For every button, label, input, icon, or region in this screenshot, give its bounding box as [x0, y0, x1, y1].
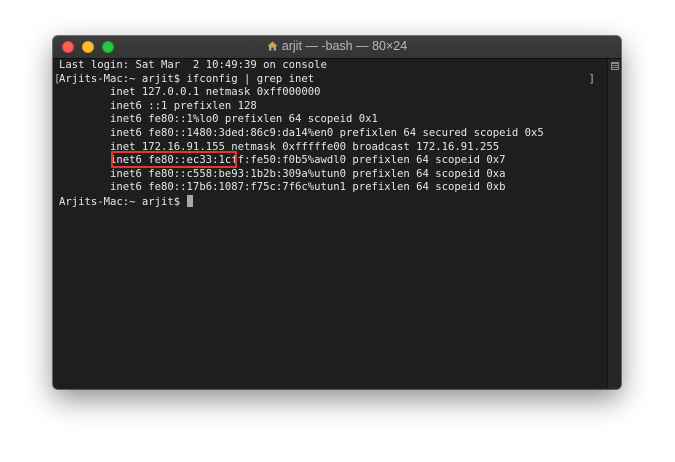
- mark-bracket-right: ]: [588, 72, 595, 85]
- home-icon: [267, 41, 278, 51]
- output-line: inet 127.0.0.1 netmask 0xff000000: [59, 86, 321, 99]
- menu-icon[interactable]: [611, 62, 619, 70]
- mark-bracket-left: [: [54, 72, 61, 85]
- window-title-text: arjit — -bash — 80×24: [281, 39, 408, 53]
- terminal-output[interactable]: [ ] Last login: Sat Mar 2 10:49:39 on co…: [53, 59, 605, 389]
- ip-highlight-box: [111, 151, 237, 168]
- output-line: inet6 fe80::1%lo0 prefixlen 64 scopeid 0…: [59, 113, 378, 126]
- prompt-text: Arjits-Mac:~ arjit$: [59, 195, 187, 208]
- prompt-line[interactable]: Arjits-Mac:~ arjit$: [59, 194, 605, 209]
- output-line: inet6 fe80::1480:3ded:86c9:da14%en0 pref…: [59, 126, 544, 139]
- output-line-last-login: Last login: Sat Mar 2 10:49:39 on consol…: [59, 59, 327, 71]
- output-line: inet6 fe80::c558:be93:1b2b:309a%utun0 pr…: [59, 167, 506, 180]
- text-cursor: [186, 194, 193, 207]
- command-line: Arjits-Mac:~ arjit$ ifconfig | grep inet: [59, 72, 315, 85]
- scrollbar[interactable]: [607, 59, 621, 389]
- output-line: inet6 fe80::17b6:1087:f75c:7f6c%utun1 pr…: [59, 181, 506, 194]
- terminal-window: arjit — -bash — 80×24 [ ] Last login: Sa…: [53, 36, 621, 389]
- title-bar[interactable]: arjit — -bash — 80×24: [53, 36, 621, 59]
- window-title: arjit — -bash — 80×24: [53, 39, 621, 53]
- output-line: inet6 ::1 prefixlen 128: [59, 99, 257, 112]
